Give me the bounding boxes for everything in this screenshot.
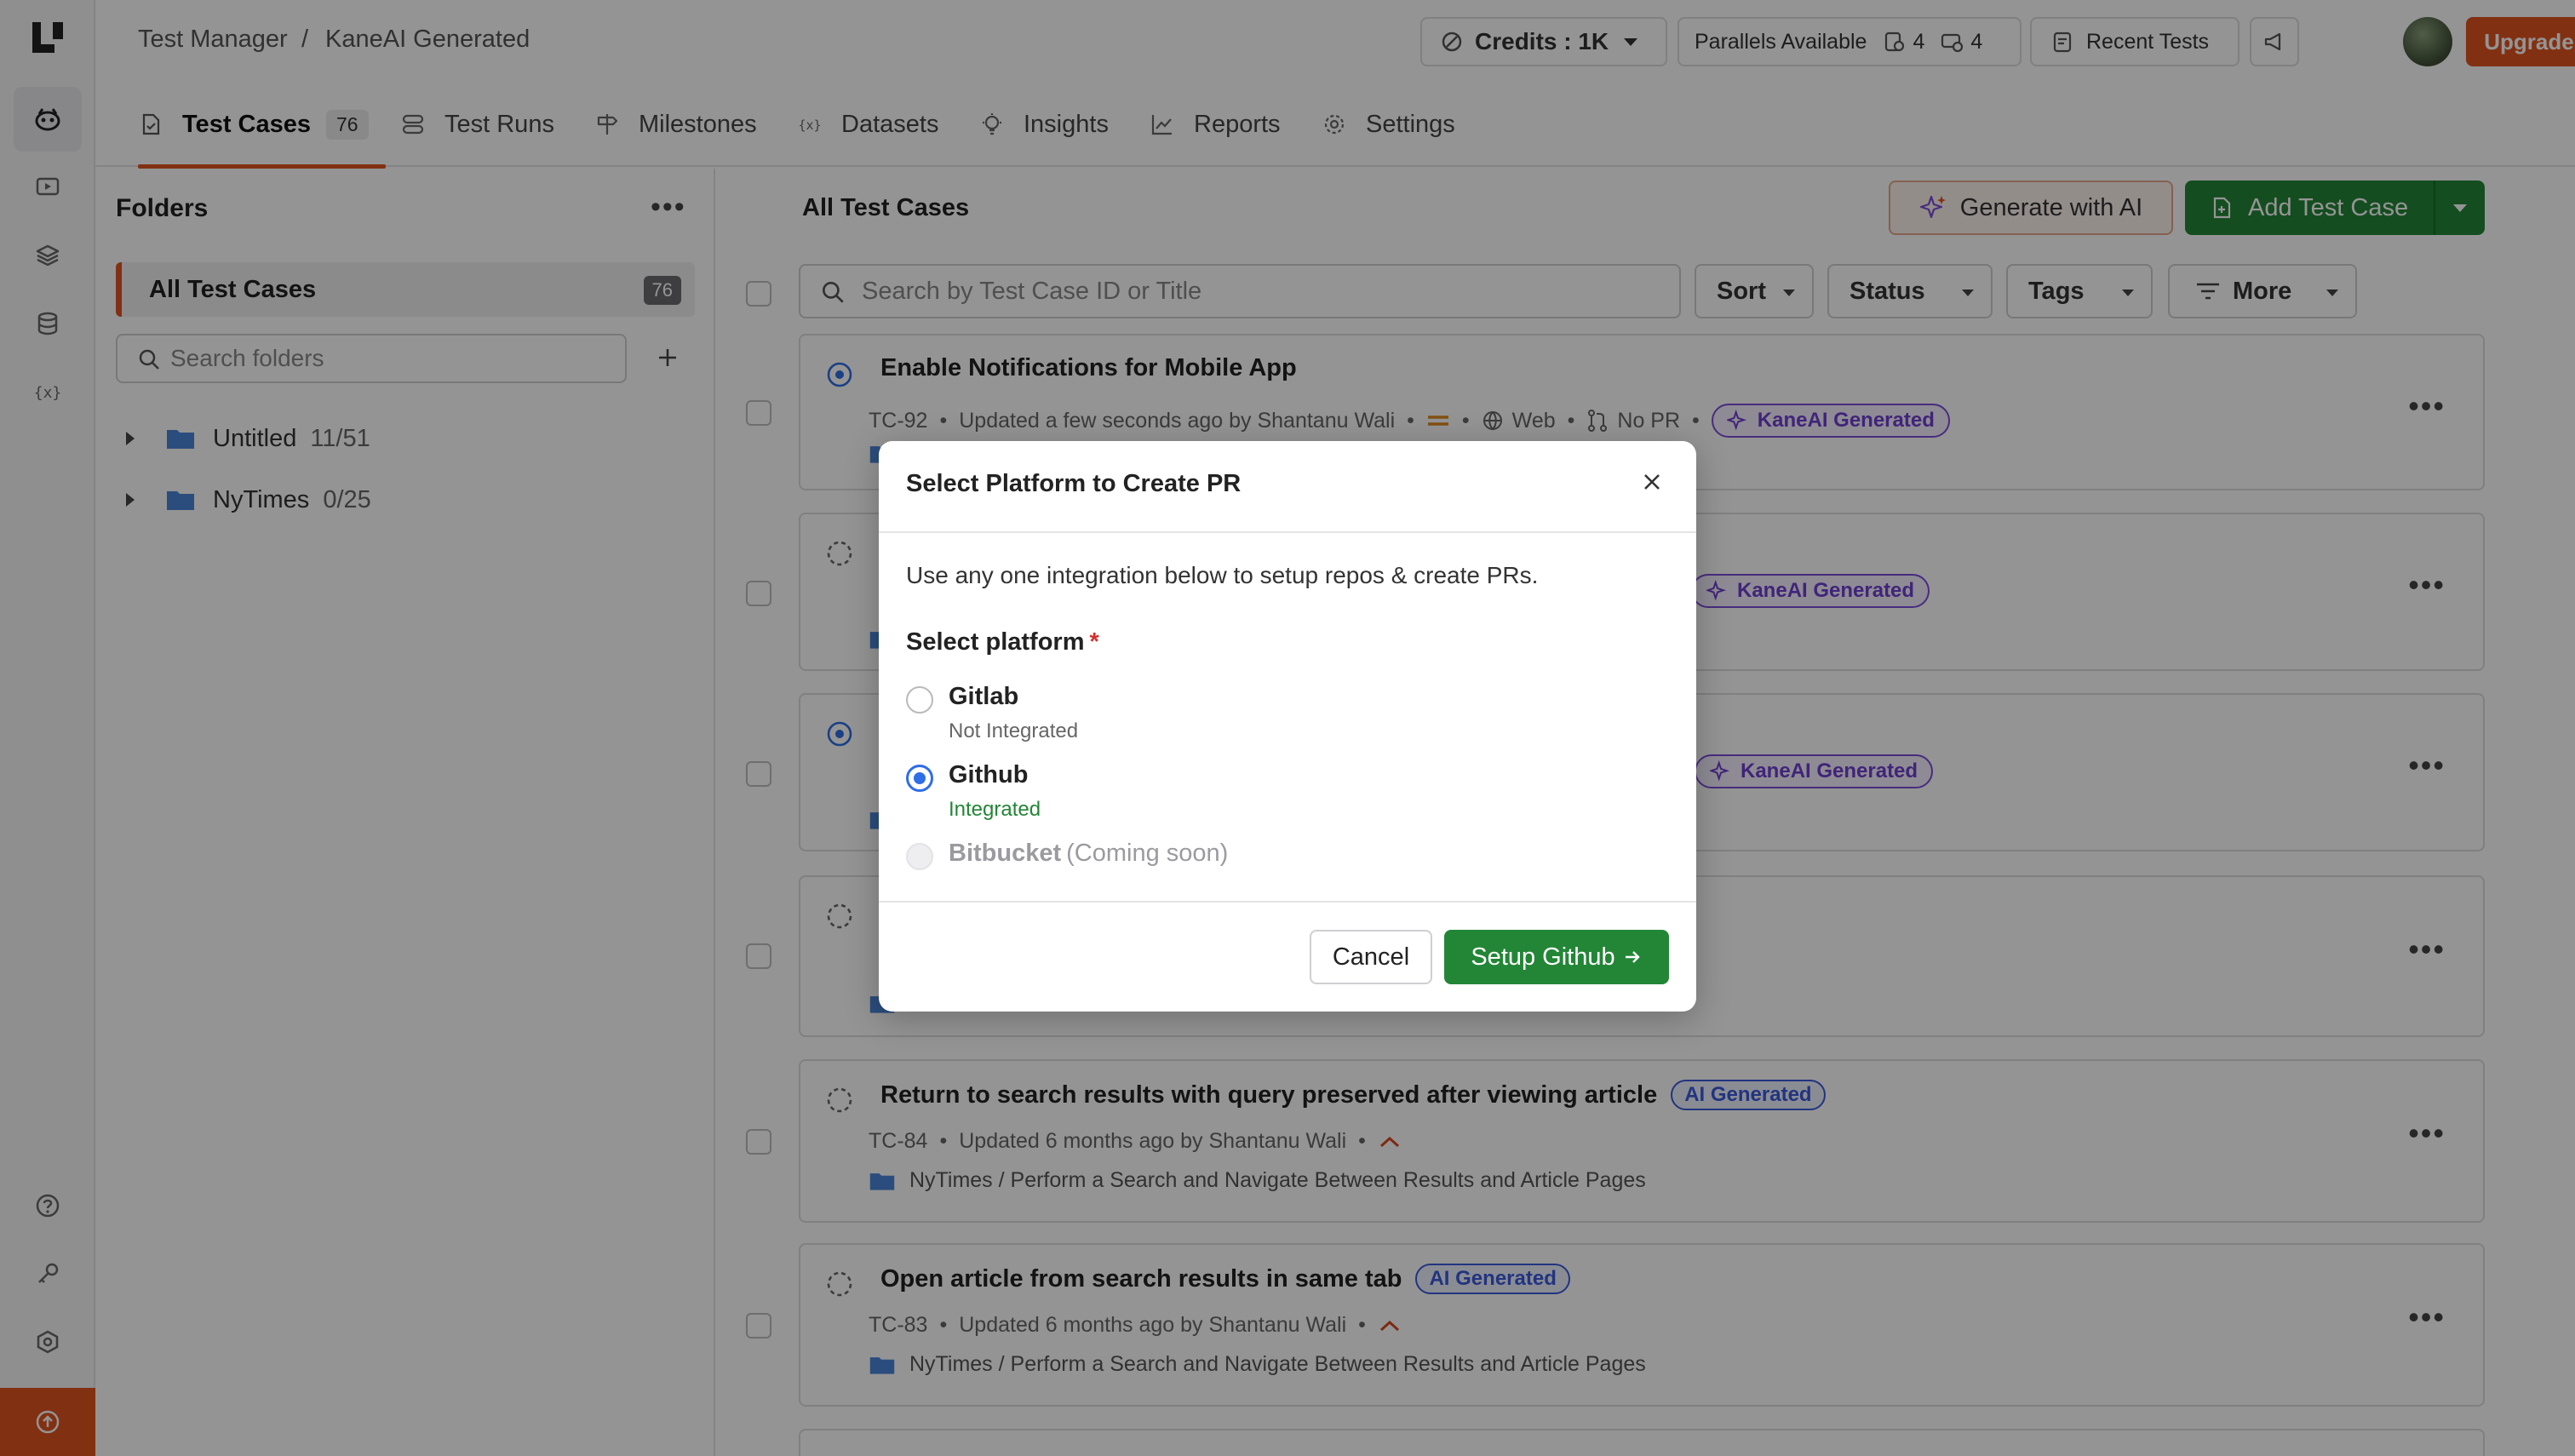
divider [879, 901, 1696, 903]
gitlab-radio[interactable] [906, 686, 933, 714]
close-icon[interactable] [1637, 467, 1667, 497]
github-radio[interactable] [906, 765, 933, 792]
modal-title: Select Platform to Create PR [906, 470, 1242, 497]
bitbucket-name: Bitbucket [949, 840, 1062, 867]
platform-option-gitlab[interactable]: Gitlab Not Integrated [906, 683, 1078, 743]
option-status: Integrated [949, 798, 1041, 821]
platform-label-text: Select platform [906, 628, 1085, 656]
divider [879, 531, 1696, 533]
bitbucket-radio [906, 843, 933, 870]
platform-option-bitbucket: Bitbucket (Coming soon) [906, 840, 1228, 870]
select-platform-modal: Select Platform to Create PR Use any one… [879, 441, 1696, 1012]
setup-github-button[interactable]: Setup Github [1444, 930, 1669, 984]
platform-label: Select platform * [906, 628, 1099, 656]
setup-github-label: Setup Github [1471, 943, 1615, 971]
modal-description: Use any one integration below to setup r… [906, 562, 1539, 588]
option-name: Gitlab [949, 683, 1019, 710]
required-mark: * [1089, 628, 1099, 656]
option-name: Github [949, 761, 1029, 788]
arrow-right-icon [1625, 951, 1640, 963]
cancel-button[interactable]: Cancel [1310, 930, 1432, 984]
option-status: Not Integrated [949, 719, 1079, 742]
coming-soon-note: (Coming soon) [1066, 840, 1229, 867]
option-name: Bitbucket (Coming soon) [949, 840, 1228, 870]
platform-option-github[interactable]: Github Integrated [906, 761, 1041, 822]
